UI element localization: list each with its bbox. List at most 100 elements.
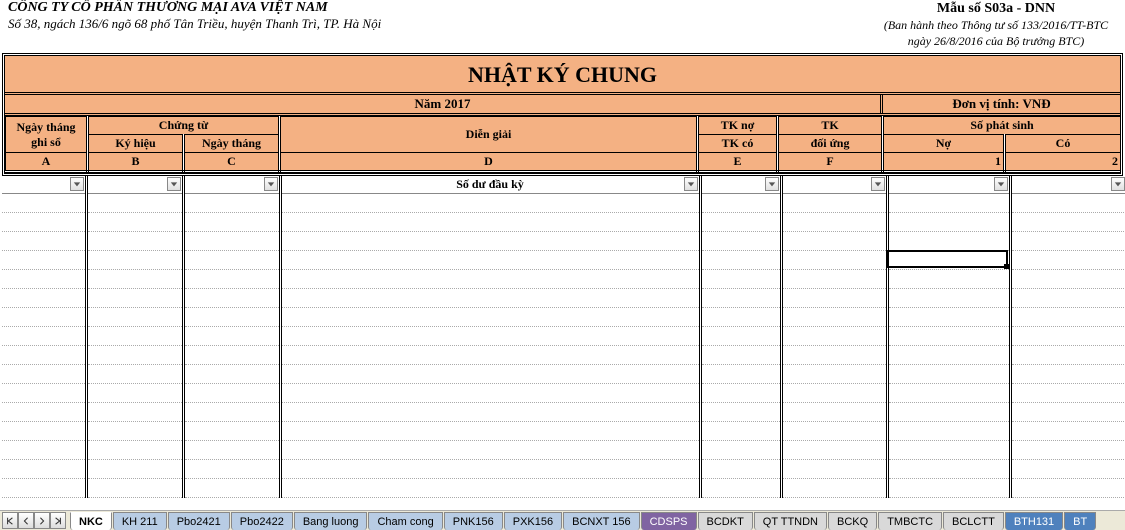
grid-cell[interactable] (1010, 384, 1125, 403)
tab-nav-prev[interactable] (18, 512, 34, 529)
sheet-tab-tmbctc[interactable]: TMBCTC (878, 512, 942, 530)
grid-cell[interactable] (700, 289, 781, 308)
grid-cell[interactable] (280, 460, 700, 479)
grid-cell[interactable] (280, 403, 700, 422)
grid-cell[interactable] (781, 270, 887, 289)
grid-row[interactable] (2, 327, 1125, 346)
grid-row[interactable] (2, 270, 1125, 289)
grid-cell[interactable] (183, 365, 280, 384)
grid-cell[interactable] (1010, 308, 1125, 327)
grid-row[interactable] (2, 479, 1125, 498)
grid-cell[interactable] (781, 327, 887, 346)
grid-cell[interactable] (86, 289, 183, 308)
grid-cell[interactable] (280, 270, 700, 289)
grid-row[interactable] (2, 289, 1125, 308)
sheet-tab-pbo2422[interactable]: Pbo2422 (231, 512, 293, 530)
sheet-tab-kh-211[interactable]: KH 211 (113, 512, 167, 530)
grid-cell[interactable] (781, 289, 887, 308)
tab-nav-first[interactable] (2, 512, 18, 529)
grid-row[interactable] (2, 232, 1125, 251)
grid-cell[interactable] (781, 460, 887, 479)
grid-cell[interactable] (2, 289, 86, 308)
grid-cell[interactable] (700, 365, 781, 384)
grid-cell[interactable] (280, 422, 700, 441)
grid-cell[interactable] (887, 308, 1010, 327)
filter-dropdown-icon[interactable] (264, 177, 278, 191)
grid-cell[interactable] (1010, 365, 1125, 384)
grid-cell[interactable] (887, 479, 1010, 498)
grid-row[interactable] (2, 384, 1125, 403)
grid-cell[interactable] (2, 213, 86, 232)
grid-cell[interactable] (280, 289, 700, 308)
grid-cell[interactable] (887, 232, 1010, 251)
grid-cell[interactable] (887, 327, 1010, 346)
sheet-tab-bcdkt[interactable]: BCDKT (698, 512, 753, 530)
grid-cell[interactable] (183, 213, 280, 232)
grid-cell[interactable] (887, 213, 1010, 232)
grid-cell[interactable] (183, 460, 280, 479)
grid-cell[interactable] (86, 384, 183, 403)
grid-cell[interactable] (2, 308, 86, 327)
grid-cell[interactable] (781, 365, 887, 384)
sheet-tab-cdsps[interactable]: CDSPS (641, 512, 697, 530)
grid-cell[interactable] (183, 327, 280, 346)
grid-cell[interactable] (887, 365, 1010, 384)
grid-cell[interactable] (183, 251, 280, 270)
sheet-tab-bth131[interactable]: BTH131 (1005, 512, 1063, 530)
grid-cell[interactable] (781, 403, 887, 422)
grid-cell[interactable] (700, 422, 781, 441)
grid-cell[interactable] (781, 384, 887, 403)
grid-cell[interactable] (183, 232, 280, 251)
grid-cell[interactable] (1010, 251, 1125, 270)
grid-cell[interactable] (2, 270, 86, 289)
grid-cell[interactable] (887, 422, 1010, 441)
grid-cell[interactable] (183, 194, 280, 213)
grid-cell[interactable] (781, 346, 887, 365)
grid-cell[interactable] (1010, 289, 1125, 308)
grid-cell[interactable] (2, 422, 86, 441)
grid-cell[interactable] (887, 251, 1010, 270)
grid-cell[interactable] (280, 308, 700, 327)
grid-cell[interactable] (781, 194, 887, 213)
grid-cell[interactable] (1010, 213, 1125, 232)
grid-row[interactable] (2, 403, 1125, 422)
grid-cell[interactable] (2, 251, 86, 270)
grid-cell[interactable] (86, 441, 183, 460)
grid-row[interactable] (2, 213, 1125, 232)
grid-cell[interactable] (2, 365, 86, 384)
grid-cell[interactable] (781, 213, 887, 232)
grid-cell[interactable] (183, 308, 280, 327)
grid-row[interactable] (2, 441, 1125, 460)
grid-cell[interactable] (2, 327, 86, 346)
grid-cell[interactable] (887, 289, 1010, 308)
grid-cell[interactable] (86, 213, 183, 232)
grid-cell[interactable] (1010, 422, 1125, 441)
grid-cell[interactable] (2, 232, 86, 251)
grid-cell[interactable] (700, 213, 781, 232)
grid-cell[interactable] (86, 346, 183, 365)
grid-cell[interactable] (1010, 460, 1125, 479)
grid-cell[interactable] (700, 441, 781, 460)
grid-cell[interactable] (2, 346, 86, 365)
grid-cell[interactable] (1010, 270, 1125, 289)
sheet-tab-bclctt[interactable]: BCLCTT (943, 512, 1004, 530)
tab-nav-next[interactable] (34, 512, 50, 529)
grid-cell[interactable] (280, 479, 700, 498)
filter-dropdown-icon[interactable] (684, 177, 698, 191)
grid-cell[interactable] (700, 403, 781, 422)
tab-nav-last[interactable] (50, 512, 66, 529)
grid-cell[interactable] (183, 289, 280, 308)
grid-cell[interactable] (86, 479, 183, 498)
grid-row[interactable] (2, 365, 1125, 384)
filter-dropdown-icon[interactable] (994, 177, 1008, 191)
grid-cell[interactable] (86, 270, 183, 289)
grid-cell[interactable] (1010, 403, 1125, 422)
grid-cell[interactable] (86, 308, 183, 327)
grid-cell[interactable] (887, 441, 1010, 460)
grid-cell[interactable] (887, 194, 1010, 213)
grid-cell[interactable] (183, 384, 280, 403)
grid-row[interactable] (2, 194, 1125, 213)
blank-grid[interactable] (2, 194, 1125, 499)
grid-cell[interactable] (86, 251, 183, 270)
grid-cell[interactable] (2, 194, 86, 213)
